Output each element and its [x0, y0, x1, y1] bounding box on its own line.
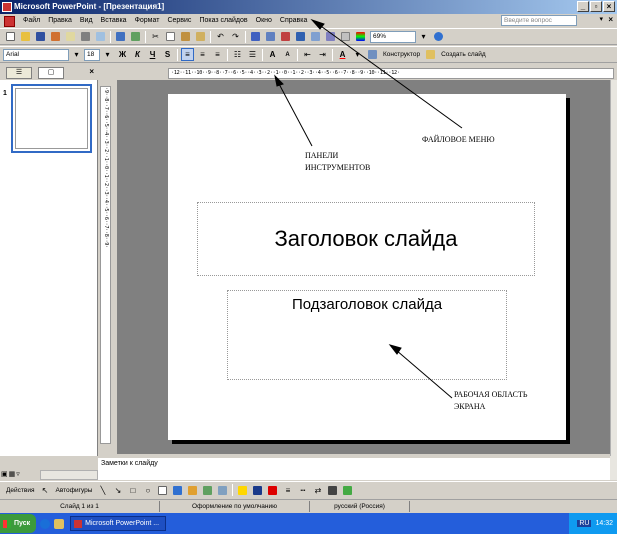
select-objects-icon[interactable]: ↖ — [38, 484, 51, 497]
wordart-icon[interactable] — [171, 484, 184, 497]
picture-icon[interactable] — [216, 484, 229, 497]
status-slide-info: Слайд 1 из 1 — [0, 500, 160, 512]
fill-color-icon[interactable] — [236, 484, 249, 497]
status-language: русский (Россия) — [310, 500, 410, 512]
notes-scrollbar[interactable] — [610, 456, 617, 480]
annotation-workspace-line1: РАБОЧАЯ ОБЛАСТЬ — [454, 390, 528, 399]
start-button[interactable]: Пуск — [0, 514, 37, 533]
shadow-style-icon[interactable] — [326, 484, 339, 497]
oval-icon[interactable]: ○ — [141, 484, 154, 497]
annotation-toolbars-line2: ИНСТРУМЕНТОВ — [305, 163, 371, 172]
autoshapes-menu[interactable]: Автофигуры — [52, 487, 95, 494]
explorer-icon[interactable] — [54, 518, 65, 529]
taskbar-task-label: Microsoft PowerPoint ... — [85, 520, 160, 527]
system-tray: RU 14:32 — [569, 513, 617, 534]
line-style-icon[interactable]: ≡ — [281, 484, 294, 497]
clock: 14:32 — [595, 520, 613, 527]
arrow-icon[interactable]: ↘ — [111, 484, 124, 497]
taskbar-powerpoint[interactable]: Microsoft PowerPoint ... — [70, 516, 167, 531]
arrow-style-icon[interactable]: ⇄ — [311, 484, 324, 497]
view-buttons: ▣ ▦ ▿ — [0, 470, 40, 480]
annotation-toolbars-line1: ПАНЕЛИ — [305, 151, 339, 160]
dash-style-icon[interactable]: ┅ — [296, 484, 309, 497]
clipart-icon[interactable] — [201, 484, 214, 497]
powerpoint-task-icon — [74, 519, 83, 528]
notes-area[interactable]: Заметки к слайду — [98, 456, 610, 480]
status-design: Оформление по умолчанию — [160, 500, 310, 512]
start-label: Пуск — [14, 520, 31, 527]
annotation-file-menu: ФАЙЛОВОЕ МЕНЮ — [422, 135, 495, 144]
3d-style-icon[interactable] — [341, 484, 354, 497]
annotation-workspace-line2: ЭКРАНА — [454, 402, 486, 411]
line-color-icon[interactable] — [251, 484, 264, 497]
language-indicator[interactable]: RU — [577, 520, 592, 527]
windows-logo-icon — [3, 519, 11, 528]
font-color-draw-icon[interactable] — [266, 484, 279, 497]
drawing-toolbar: Действия ↖ Автофигуры ╲ ↘ □ ○ ≡ ┅ ⇄ — [0, 481, 617, 498]
line-icon[interactable]: ╲ — [96, 484, 109, 497]
taskbar: Пуск Microsoft PowerPoint ... RU 14:32 — [0, 513, 617, 534]
diagram-icon[interactable] — [186, 484, 199, 497]
horizontal-scrollbar[interactable] — [40, 470, 98, 480]
status-bar: Слайд 1 из 1 Оформление по умолчанию рус… — [0, 499, 617, 512]
slideshow-view-icon[interactable]: ▿ — [16, 470, 20, 480]
ie-icon[interactable] — [40, 518, 51, 529]
rectangle-icon[interactable]: □ — [126, 484, 139, 497]
normal-view-icon[interactable]: ▣ — [1, 470, 8, 480]
annotation-arrows — [274, 18, 463, 399]
actions-menu[interactable]: Действия — [3, 487, 37, 494]
textbox-icon[interactable] — [156, 484, 169, 497]
sorter-view-icon[interactable]: ▦ — [9, 470, 16, 480]
